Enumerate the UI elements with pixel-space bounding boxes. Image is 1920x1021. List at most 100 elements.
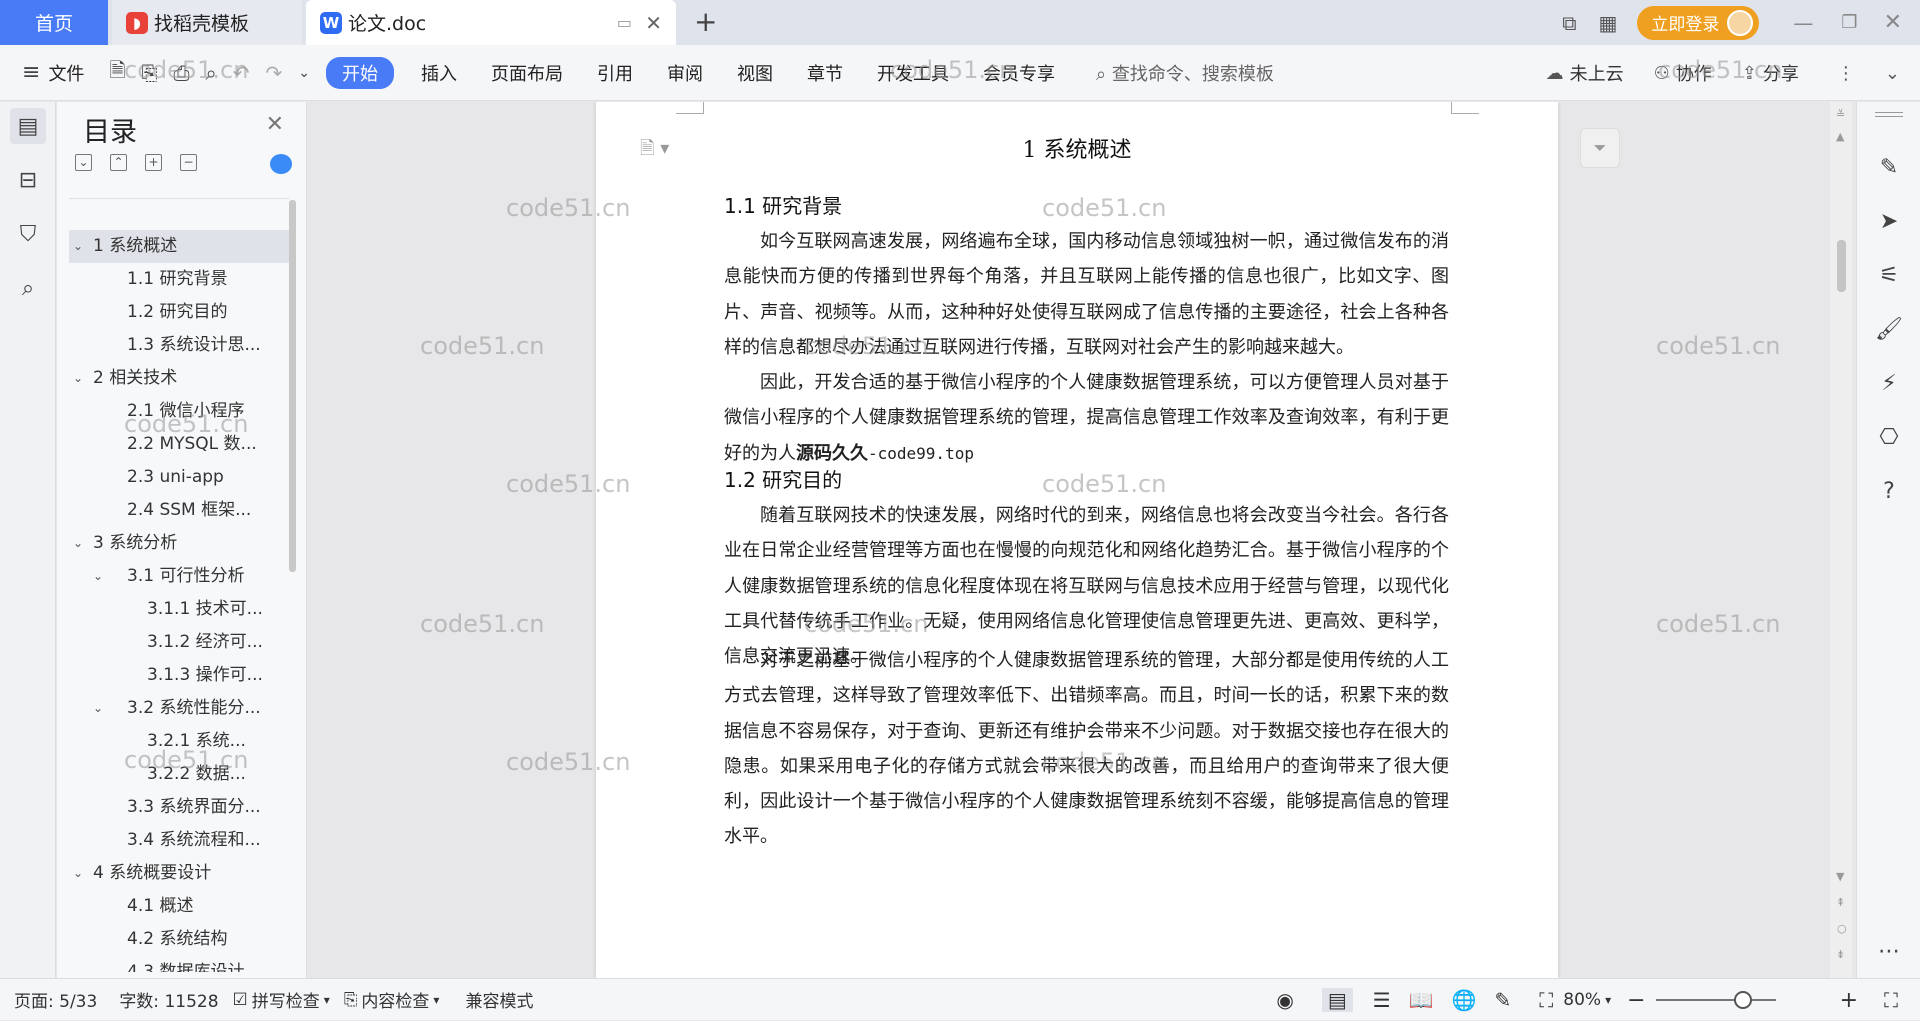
tab-start[interactable]: 开始 [326,56,394,89]
collapse-ribbon-icon[interactable]: ⌄ [1885,63,1900,84]
print-preview-icon[interactable]: ⌕ [206,61,217,85]
save-icon[interactable]: 🗎 [109,56,125,90]
toc-item[interactable]: 3.2.1 系统... [69,725,289,758]
content-check-button[interactable]: 内容检查 [361,987,429,1012]
minimize-icon[interactable]: — [1793,11,1813,35]
tab-chapter[interactable]: 章节 [790,60,860,86]
chevron-down-icon[interactable]: ⌄ [73,527,83,560]
zoom-out-icon[interactable]: − [1627,988,1645,1013]
chevron-down-icon[interactable]: ⌄ [73,362,83,395]
fullscreen-icon[interactable]: ⛶ [1884,988,1898,1012]
chevron-down-icon[interactable]: ⌄ [73,857,83,890]
chevron-down-icon[interactable]: ▾ [324,993,330,1007]
chevron-down-icon[interactable]: ⌄ [73,230,83,263]
tab-insert[interactable]: 插入 [404,60,474,86]
more-icon[interactable]: ⋮ [1837,63,1855,84]
next-page-icon[interactable]: ⇟ [1836,948,1845,961]
expand-all-icon[interactable]: ⌄ [75,154,92,171]
quick-access-dropdown-icon[interactable]: ⌄ [298,65,310,81]
remove-heading-icon[interactable]: − [180,154,197,171]
toc-item[interactable]: 3.1.1 技术可... [69,593,289,626]
redo-icon[interactable]: ↷ [266,61,283,85]
toc-item[interactable]: 3.3 系统界面分... [69,791,289,824]
tab-docer[interactable]: ◗ 找稻壳模板 [112,0,302,45]
select-pointer-icon[interactable]: ➤ [1873,206,1905,238]
scroll-thumb[interactable] [1837,240,1846,292]
toc-item[interactable]: ⌄ 3.2 系统性能分... [69,692,289,725]
fit-page-icon[interactable]: ⛶ [1539,988,1553,1012]
toc-item[interactable]: 1.1 研究背景 [69,263,289,296]
reader-icon[interactable]: ⎔ [1873,422,1905,454]
add-heading-icon[interactable]: + [145,154,162,171]
style-brush-icon[interactable]: 🖌 [1873,314,1905,346]
restore-icon[interactable]: ❐ [1841,12,1857,33]
prev-page-icon[interactable]: ⇞ [1836,896,1845,909]
toc-item[interactable]: 3.1.3 操作可... [69,659,289,692]
layout-icon[interactable]: ⧉ [1562,11,1576,35]
toc-scrollbar[interactable] [289,200,296,572]
ai-assistant-icon[interactable] [270,154,292,174]
tab-home[interactable]: 首页 [0,0,108,45]
toc-item[interactable]: ⌄ 1 系统概述 [69,230,289,263]
navigation-icon[interactable]: ⊟ [10,162,46,198]
new-tab-button[interactable]: + [694,5,717,38]
toc-item[interactable]: 4.3 数据库设计 [69,956,289,972]
word-count[interactable]: 字数: 11528 [119,987,218,1012]
toc-item[interactable]: 3.4 系统流程和... [69,824,289,857]
bookmark-icon[interactable]: ⛉ [10,216,46,252]
scroll-up-icon[interactable]: ▲ [1836,130,1844,143]
document-page[interactable]: 🗎 ▾ 1 系统概述 1.1 研究背景 如今互联网高速发展，网络遍布全球，国内移… [596,102,1558,978]
help-icon[interactable]: ? [1873,476,1905,508]
chevron-down-icon[interactable]: ▾ [1605,993,1611,1007]
close-tab-icon[interactable]: ✕ [645,11,662,35]
read-view-icon[interactable]: 📖 [1409,988,1434,1012]
toc-item[interactable]: 4.2 系统结构 [69,923,289,956]
tab-member[interactable]: 会员专享 [966,60,1072,86]
collapse-all-icon[interactable]: ⌃ [110,154,127,171]
toc-item[interactable]: 1.3 系统设计思... [69,329,289,362]
outline-view-icon[interactable]: ☰ [1373,988,1391,1012]
find-icon[interactable]: ⌕ [10,270,46,306]
write-view-icon[interactable]: ✎ [1495,988,1512,1012]
toc-panel-icon[interactable]: ▤ [10,108,46,144]
export-icon[interactable]: ⎘ [142,61,158,85]
tab-page-layout[interactable]: 页面布局 [474,60,580,86]
select-browse-icon[interactable]: ○ [1837,922,1847,935]
toc-item[interactable]: 2.4 SSM 框架... [69,494,289,527]
toc-item[interactable]: 2.2 MYSQL 数... [69,428,289,461]
close-icon[interactable]: ✕ [266,112,284,137]
close-window-icon[interactable]: ✕ [1884,10,1902,35]
tab-view[interactable]: 视图 [720,60,790,86]
more-options-icon[interactable]: ⋯ [1873,936,1905,968]
toc-item[interactable]: ⌄ 3.1 可行性分析 [69,560,289,593]
zoom-level[interactable]: 80% [1563,990,1601,1010]
zoom-in-icon[interactable]: + [1840,988,1858,1013]
toc-item[interactable]: ⌄ 4 系统概要设计 [69,857,289,890]
menu-icon[interactable]: ≡ [22,60,40,85]
file-menu[interactable]: 文件 [40,60,101,86]
toc-item[interactable]: 3.2.2 数据... [69,758,289,791]
spell-check-button[interactable]: 拼写检查 [252,987,320,1012]
print-icon[interactable]: ⎙ [174,61,190,85]
toc-item[interactable]: 1.2 研究目的 [69,296,289,329]
monitor-icon[interactable]: ▭ [617,13,632,32]
toc-item[interactable]: 2.3 uni-app [69,461,289,494]
toc-item[interactable]: 3.1.2 经济可... [69,626,289,659]
toc-item[interactable]: ⌄ 2 相关技术 [69,362,289,395]
page-indicator[interactable]: 页面: 5/33 [14,987,97,1012]
apps-grid-icon[interactable]: ▦ [1599,11,1618,35]
share-button[interactable]: 分享 [1763,60,1799,86]
tab-document[interactable]: W 论文.doc ▭ ✕ [306,0,676,45]
command-search[interactable]: ⌕ 查找命令、搜索模板 [1096,60,1274,86]
zoom-slider[interactable] [1655,991,1776,1009]
eye-protection-icon[interactable]: ◉ [1276,988,1293,1012]
login-button[interactable]: 立即登录 [1637,5,1760,40]
toc-item[interactable]: 4.1 概述 [69,890,289,923]
drag-handle-icon[interactable] [1875,112,1903,117]
page-view-icon[interactable]: ▤ [1321,988,1353,1012]
scroll-top-icon[interactable]: ≚ [1836,108,1845,121]
ai-spark-icon[interactable]: ⚡ [1873,368,1905,400]
chevron-down-icon[interactable]: ▾ [433,993,439,1007]
vertical-scrollbar[interactable]: ≚ ▲ ▼ ⇞ ○ ⇟ [1830,102,1852,978]
edit-pen-icon[interactable]: ✎ [1873,152,1905,184]
